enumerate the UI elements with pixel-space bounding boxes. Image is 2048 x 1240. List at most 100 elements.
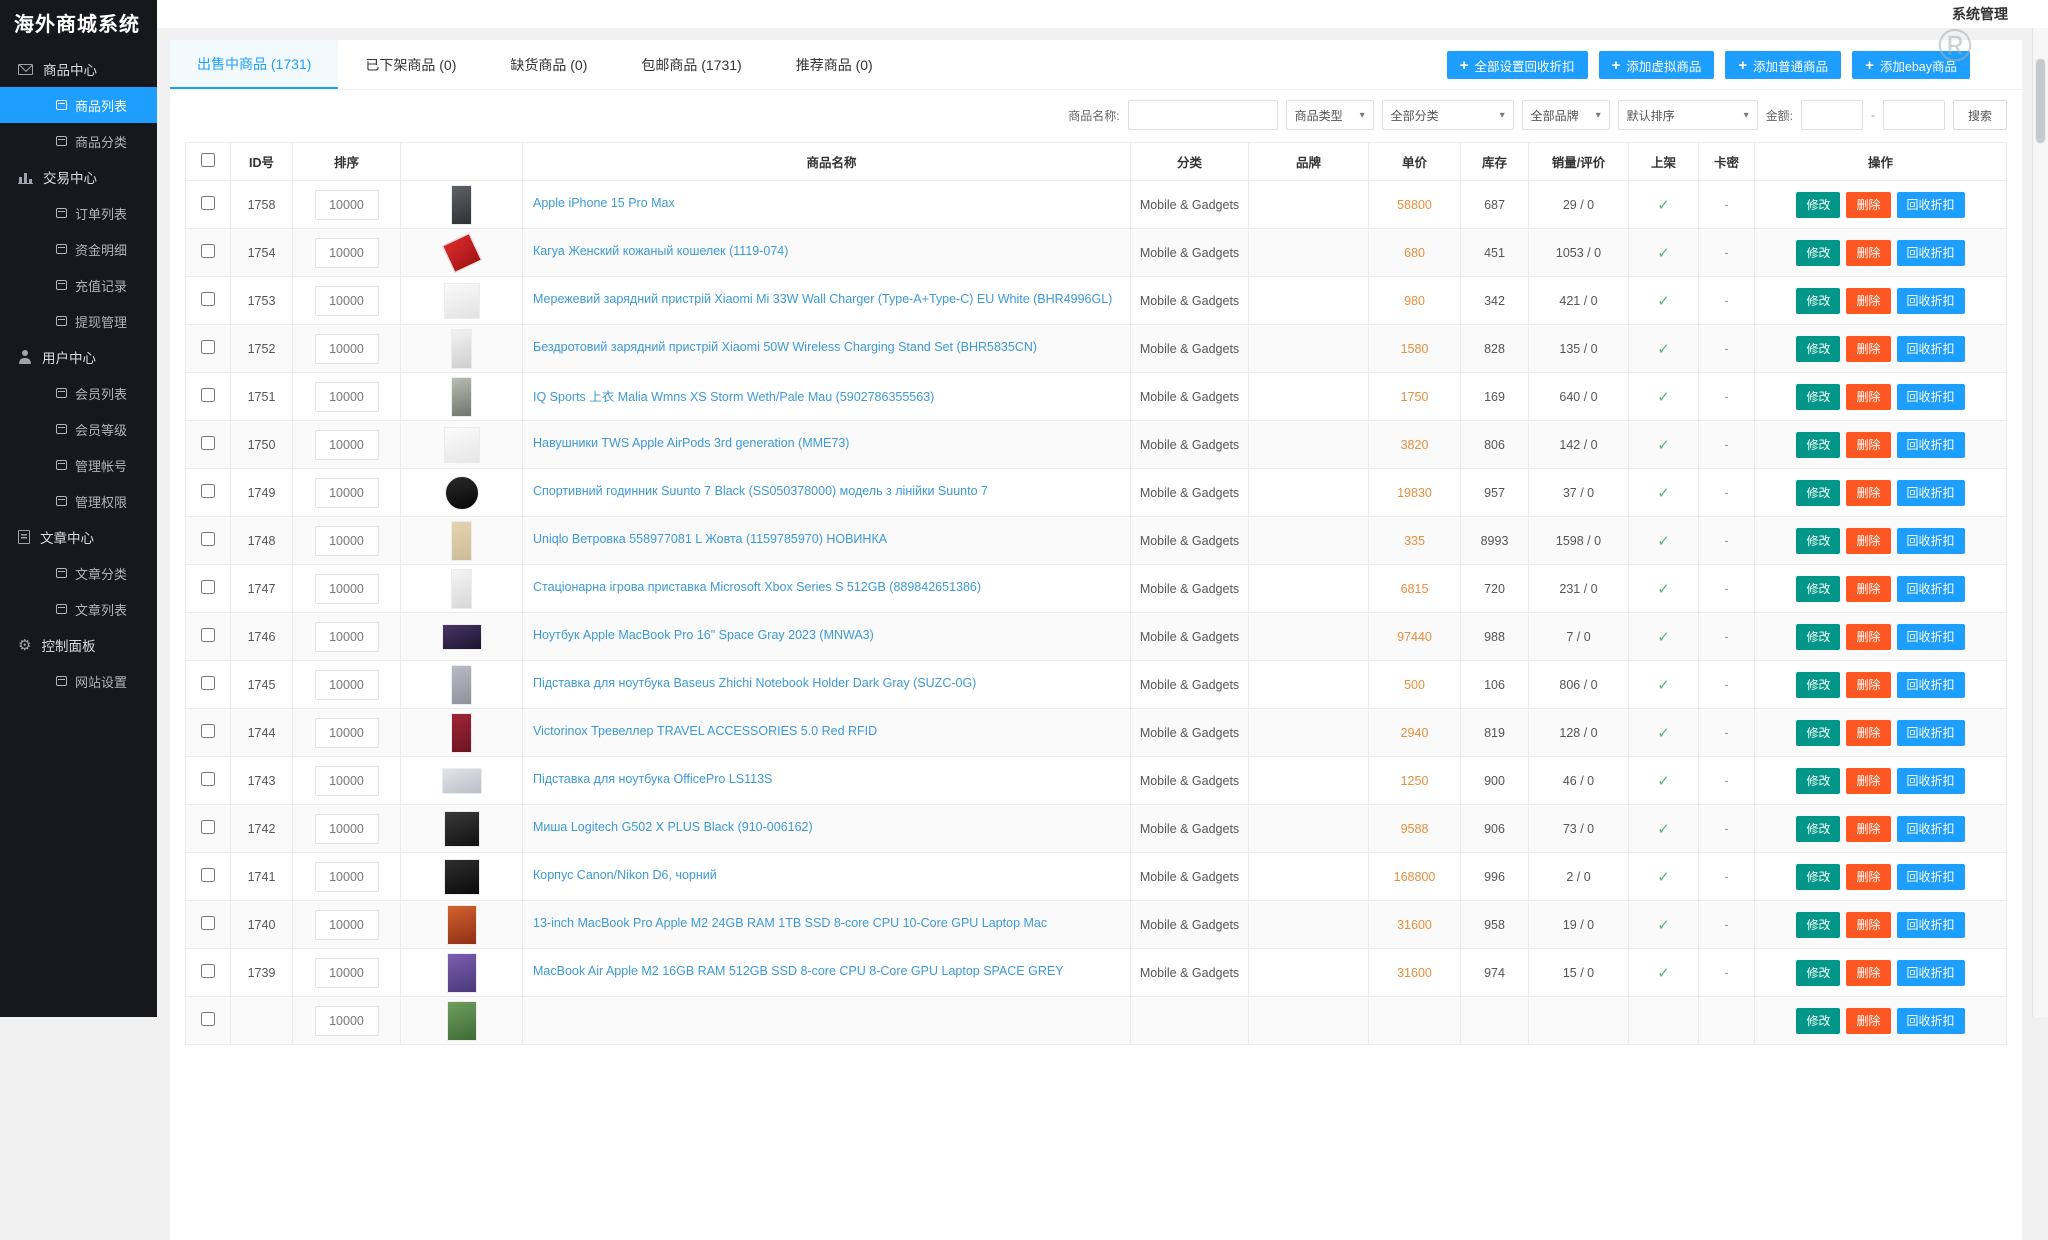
tab[interactable]: 推荐商品 (0) [769, 40, 900, 89]
edit-button[interactable]: 修改 [1796, 576, 1840, 602]
delete-button[interactable]: 删除 [1846, 240, 1890, 266]
sidebar-section[interactable]: ⚙ 控制面板 [0, 627, 157, 663]
delete-button[interactable]: 删除 [1846, 768, 1890, 794]
delete-button[interactable]: 删除 [1846, 960, 1890, 986]
sidebar-section[interactable]: 交易中心 [0, 159, 157, 195]
sort-input[interactable] [315, 862, 379, 892]
sort-input[interactable] [315, 1006, 379, 1036]
tab[interactable]: 包邮商品 (1731) [614, 40, 768, 89]
sidebar-item[interactable]: 文章列表 [0, 591, 157, 627]
product-name-link[interactable]: MacBook Air Apple M2 16GB RAM 512GB SSD … [533, 964, 1064, 978]
recycle-discount-button[interactable]: 回收折扣 [1897, 960, 1965, 986]
delete-button[interactable]: 删除 [1846, 816, 1890, 842]
edit-button[interactable]: 修改 [1796, 384, 1840, 410]
row-checkbox[interactable] [201, 484, 215, 498]
product-name-link[interactable]: Підставка для ноутбука Baseus Zhichi Not… [533, 676, 976, 690]
edit-button[interactable]: 修改 [1796, 528, 1840, 554]
recycle-discount-button[interactable]: 回收折扣 [1897, 816, 1965, 842]
row-checkbox[interactable] [201, 676, 215, 690]
sort-input[interactable] [315, 286, 379, 316]
product-name-link[interactable]: Навушники TWS Apple AirPods 3rd generati… [533, 436, 849, 450]
recycle-discount-button[interactable]: 回收折扣 [1897, 240, 1965, 266]
row-checkbox[interactable] [201, 1012, 215, 1026]
sidebar-item[interactable]: 文章分类 [0, 555, 157, 591]
row-checkbox[interactable] [201, 292, 215, 306]
row-checkbox[interactable] [201, 772, 215, 786]
product-name-link[interactable]: Корпус Canon/Nikon D6, чорний [533, 868, 717, 882]
sort-input[interactable] [315, 574, 379, 604]
product-name-link[interactable]: Мережевий зарядний пристрій Xiaomi Mi 33… [533, 292, 1112, 306]
recycle-discount-button[interactable]: 回收折扣 [1897, 384, 1965, 410]
edit-button[interactable]: 修改 [1796, 768, 1840, 794]
tab[interactable]: 缺货商品 (0) [483, 40, 614, 89]
edit-button[interactable]: 修改 [1796, 912, 1840, 938]
category-select[interactable]: 全部分类▾ [1382, 100, 1514, 130]
delete-button[interactable]: 删除 [1846, 864, 1890, 890]
product-name-link[interactable]: Підставка для ноутбука OfficePro LS113S [533, 772, 772, 786]
delete-button[interactable]: 删除 [1846, 912, 1890, 938]
recycle-discount-button[interactable]: 回收折扣 [1897, 768, 1965, 794]
product-name-link[interactable]: IQ Sports 上衣 Malia Wmns XS Storm Weth/Pa… [533, 386, 934, 405]
delete-button[interactable]: 删除 [1846, 432, 1890, 458]
product-name-link[interactable]: Бездротовий зарядний пристрій Xiaomi 50W… [533, 340, 1037, 354]
delete-button[interactable]: 删除 [1846, 192, 1890, 218]
edit-button[interactable]: 修改 [1796, 960, 1840, 986]
delete-button[interactable]: 删除 [1846, 1008, 1890, 1034]
recycle-discount-button[interactable]: 回收折扣 [1897, 192, 1965, 218]
row-checkbox[interactable] [201, 340, 215, 354]
brand-select[interactable]: 全部品牌▾ [1522, 100, 1610, 130]
edit-button[interactable]: 修改 [1796, 480, 1840, 506]
sort-input[interactable] [315, 718, 379, 748]
edit-button[interactable]: 修改 [1796, 816, 1840, 842]
add-product-button[interactable]: + 添加ebay商品 [1852, 51, 1970, 79]
sidebar-item[interactable]: 提现管理 [0, 303, 157, 339]
sort-input[interactable] [315, 670, 379, 700]
product-name-input[interactable] [1128, 100, 1278, 130]
sidebar-item[interactable]: 充值记录 [0, 267, 157, 303]
product-name-link[interactable]: Uniqlo Ветровка 558977081 L Жовта (11597… [533, 532, 887, 546]
recycle-discount-button[interactable]: 回收折扣 [1897, 480, 1965, 506]
sidebar-item[interactable]: 网站设置 [0, 663, 157, 699]
recycle-discount-button[interactable]: 回收折扣 [1897, 1008, 1965, 1034]
amount-min-input[interactable] [1801, 100, 1863, 130]
row-checkbox[interactable] [201, 196, 215, 210]
tab[interactable]: 已下架商品 (0) [338, 40, 483, 89]
edit-button[interactable]: 修改 [1796, 192, 1840, 218]
delete-button[interactable]: 删除 [1846, 720, 1890, 746]
edit-button[interactable]: 修改 [1796, 432, 1840, 458]
row-checkbox[interactable] [201, 868, 215, 882]
recycle-discount-button[interactable]: 回收折扣 [1897, 288, 1965, 314]
recycle-discount-button[interactable]: 回收折扣 [1897, 432, 1965, 458]
delete-button[interactable]: 删除 [1846, 384, 1890, 410]
sort-input[interactable] [315, 238, 379, 268]
sidebar-item[interactable]: 商品列表 [0, 87, 157, 123]
sidebar-item[interactable]: 订单列表 [0, 195, 157, 231]
recycle-discount-button[interactable]: 回收折扣 [1897, 864, 1965, 890]
row-checkbox[interactable] [201, 388, 215, 402]
edit-button[interactable]: 修改 [1796, 240, 1840, 266]
product-name-link[interactable]: 13-inch MacBook Pro Apple M2 24GB RAM 1T… [533, 916, 1047, 930]
select-all-checkbox[interactable] [201, 153, 215, 167]
delete-button[interactable]: 删除 [1846, 624, 1890, 650]
recycle-discount-button[interactable]: 回收折扣 [1897, 912, 1965, 938]
edit-button[interactable]: 修改 [1796, 624, 1840, 650]
sidebar-item[interactable]: 管理权限 [0, 483, 157, 519]
row-checkbox[interactable] [201, 916, 215, 930]
sort-input[interactable] [315, 526, 379, 556]
delete-button[interactable]: 删除 [1846, 528, 1890, 554]
recycle-discount-button[interactable]: 回收折扣 [1897, 672, 1965, 698]
product-name-link[interactable]: Ноутбук Apple MacBook Pro 16" Space Gray… [533, 628, 874, 642]
recycle-discount-button[interactable]: 回收折扣 [1897, 624, 1965, 650]
add-product-button[interactable]: + 添加普通商品 [1725, 51, 1841, 79]
tab[interactable]: 出售中商品 (1731) [170, 40, 338, 89]
add-product-button[interactable]: + 全部设置回收折扣 [1447, 51, 1588, 79]
sidebar-section[interactable]: 文章中心 [0, 519, 157, 555]
row-checkbox[interactable] [201, 628, 215, 642]
search-button[interactable]: 搜索 [1953, 100, 2007, 130]
row-checkbox[interactable] [201, 724, 215, 738]
product-name-link[interactable]: Victorinox Тревеллер TRAVEL ACCESSORIES … [533, 724, 877, 738]
sidebar-item[interactable]: 会员列表 [0, 375, 157, 411]
edit-button[interactable]: 修改 [1796, 288, 1840, 314]
row-checkbox[interactable] [201, 964, 215, 978]
sidebar-section[interactable]: 商品中心 [0, 51, 157, 87]
